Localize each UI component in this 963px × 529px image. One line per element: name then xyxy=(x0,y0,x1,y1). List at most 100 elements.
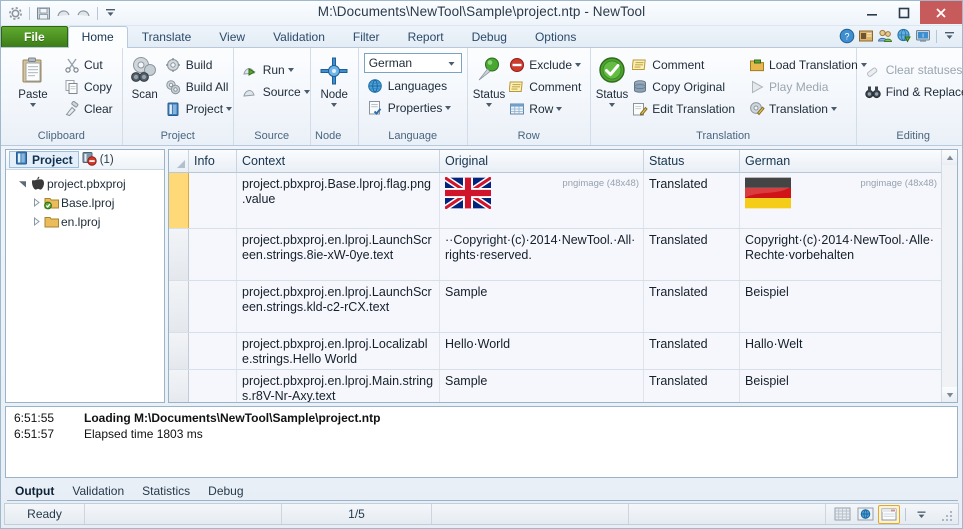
exclude-menu-caret-icon[interactable] xyxy=(575,62,581,67)
tab-debug[interactable]: Debug xyxy=(458,26,521,47)
tree-node-base-lproj[interactable]: Base.lproj xyxy=(6,193,164,212)
tab-home[interactable]: Home xyxy=(67,26,128,48)
ribbon-options-icon[interactable] xyxy=(942,28,958,44)
about-icon[interactable]: i xyxy=(915,28,931,44)
expand-collapse-icon[interactable] xyxy=(30,217,43,226)
row-selector[interactable] xyxy=(169,173,189,228)
form-icon[interactable] xyxy=(878,504,900,524)
scroll-up-button[interactable] xyxy=(942,150,957,165)
project-menu-caret-icon[interactable] xyxy=(226,106,233,111)
cell-status[interactable]: Translated xyxy=(644,229,740,280)
tab-view[interactable]: View xyxy=(205,26,259,47)
translation-menu-caret-icon[interactable] xyxy=(830,106,837,111)
globe-icon[interactable] xyxy=(855,506,875,523)
cell-status[interactable]: Translated xyxy=(644,370,740,402)
column-header-original[interactable]: Original xyxy=(440,150,644,172)
cut-button[interactable]: Cut xyxy=(60,54,117,75)
glossary-icon[interactable] xyxy=(858,28,874,44)
cell-german[interactable]: Beispiel xyxy=(740,281,941,332)
row-selector[interactable] xyxy=(169,333,189,369)
language-combo[interactable]: German xyxy=(363,53,462,73)
copy-original-button[interactable]: Copy Original xyxy=(628,76,739,97)
cell-original[interactable]: pngimage (48x48) xyxy=(440,173,644,228)
cell-info[interactable] xyxy=(189,370,237,402)
project-tab[interactable]: Project xyxy=(9,151,79,168)
table-row[interactable]: project.pbxproj.Base.lproj.flag.png.valu… xyxy=(169,173,941,229)
grid-select-all-corner[interactable] xyxy=(169,150,189,172)
node-button[interactable]: Node xyxy=(316,52,353,107)
tab-options[interactable]: Options xyxy=(521,26,590,47)
row-selector[interactable] xyxy=(169,281,189,332)
cell-german[interactable]: Beispiel xyxy=(740,370,941,402)
grid-vertical-scrollbar[interactable] xyxy=(941,150,957,402)
edit-translation-button[interactable]: Edit Translation xyxy=(628,98,739,119)
tree-node-project-pbxproj[interactable]: project.pbxproj xyxy=(6,174,164,193)
build-button[interactable]: Build xyxy=(162,54,236,75)
translation-button[interactable]: Translation xyxy=(745,98,871,119)
row-button[interactable]: Row xyxy=(505,98,585,119)
output-panel[interactable]: 6:51:55 Loading M:\Documents\NewTool\Sam… xyxy=(5,406,958,478)
run-menu-caret-icon[interactable] xyxy=(287,67,294,72)
tab-validation-bottom[interactable]: Validation xyxy=(64,482,134,500)
grid-icon[interactable] xyxy=(832,506,852,523)
translation-status-button[interactable]: Status xyxy=(596,52,628,107)
cell-status[interactable]: Translated xyxy=(644,333,740,369)
column-header-context[interactable]: Context xyxy=(237,150,440,172)
source-button[interactable]: Source xyxy=(239,81,314,102)
row-status-button[interactable]: Status xyxy=(473,52,505,107)
tree-node-en-lproj[interactable]: en.lproj xyxy=(6,212,164,231)
exclude-button[interactable]: Exclude xyxy=(505,54,585,75)
clear-statuses-button[interactable]: Clear statuses xyxy=(862,59,963,80)
clear-button[interactable]: Clear xyxy=(60,98,117,119)
resize-grip[interactable] xyxy=(938,507,952,521)
cell-info[interactable] xyxy=(189,281,237,332)
tab-filter[interactable]: Filter xyxy=(339,26,394,47)
cell-info[interactable] xyxy=(189,229,237,280)
row-menu-caret-icon[interactable] xyxy=(556,106,563,111)
cell-status[interactable]: Translated xyxy=(644,281,740,332)
expand-collapse-icon[interactable] xyxy=(30,198,43,207)
paste-menu-caret-icon[interactable] xyxy=(30,103,36,107)
languages-button[interactable]: Languages xyxy=(364,75,456,96)
copy-button[interactable]: Copy xyxy=(60,76,117,97)
tab-output[interactable]: Output xyxy=(7,482,64,500)
cell-info[interactable] xyxy=(189,173,237,228)
row-comment-button[interactable]: Comment xyxy=(505,76,585,97)
cell-context[interactable]: project.pbxproj.en.lproj.LaunchScreen.st… xyxy=(237,281,440,332)
node-menu-caret-icon[interactable] xyxy=(331,103,338,107)
help-icon[interactable]: ? xyxy=(839,28,855,44)
users-icon[interactable] xyxy=(877,28,893,44)
paste-button[interactable]: Paste xyxy=(6,52,60,107)
table-row[interactable]: project.pbxproj.en.lproj.Main.strings.r8… xyxy=(169,370,941,402)
chevron-down-icon[interactable] xyxy=(911,506,931,523)
cell-original[interactable]: Sample xyxy=(440,370,644,402)
tab-debug-bottom[interactable]: Debug xyxy=(200,482,253,500)
tab-report[interactable]: Report xyxy=(394,26,458,47)
scroll-down-button[interactable] xyxy=(942,387,957,402)
table-row[interactable]: project.pbxproj.en.lproj.Localizable.str… xyxy=(169,333,941,370)
properties-button[interactable]: Properties xyxy=(364,97,456,118)
error-filter-icon[interactable] xyxy=(82,151,97,169)
translation-comment-button[interactable]: Comment xyxy=(628,54,739,75)
cell-german[interactable]: Copyright·(c)·2014·NewTool.·Alle·Rechte·… xyxy=(740,229,941,280)
table-row[interactable]: project.pbxproj.en.lproj.LaunchScreen.st… xyxy=(169,229,941,281)
expand-collapse-icon[interactable] xyxy=(16,179,29,188)
tab-statistics[interactable]: Statistics xyxy=(134,482,200,500)
close-button[interactable] xyxy=(920,1,962,24)
row-selector[interactable] xyxy=(169,370,189,402)
cell-status[interactable]: Translated xyxy=(644,173,740,228)
tab-file[interactable]: File xyxy=(1,26,68,47)
cell-context[interactable]: project.pbxproj.Base.lproj.flag.png.valu… xyxy=(237,173,440,228)
run-button[interactable]: Run xyxy=(239,59,314,80)
cell-german[interactable]: Hallo·Welt xyxy=(740,333,941,369)
tab-validation[interactable]: Validation xyxy=(259,26,339,47)
maximize-button[interactable] xyxy=(888,1,920,24)
minimize-button[interactable] xyxy=(856,1,888,24)
build-all-button[interactable]: Build All xyxy=(162,76,236,97)
load-translation-button[interactable]: Load Translation xyxy=(745,54,871,75)
tab-translate[interactable]: Translate xyxy=(128,26,206,47)
cell-context[interactable]: project.pbxproj.en.lproj.LaunchScreen.st… xyxy=(237,229,440,280)
cell-original[interactable]: Hello·World xyxy=(440,333,644,369)
column-header-german[interactable]: German xyxy=(740,150,941,172)
row-status-menu-caret-icon[interactable] xyxy=(485,103,492,107)
